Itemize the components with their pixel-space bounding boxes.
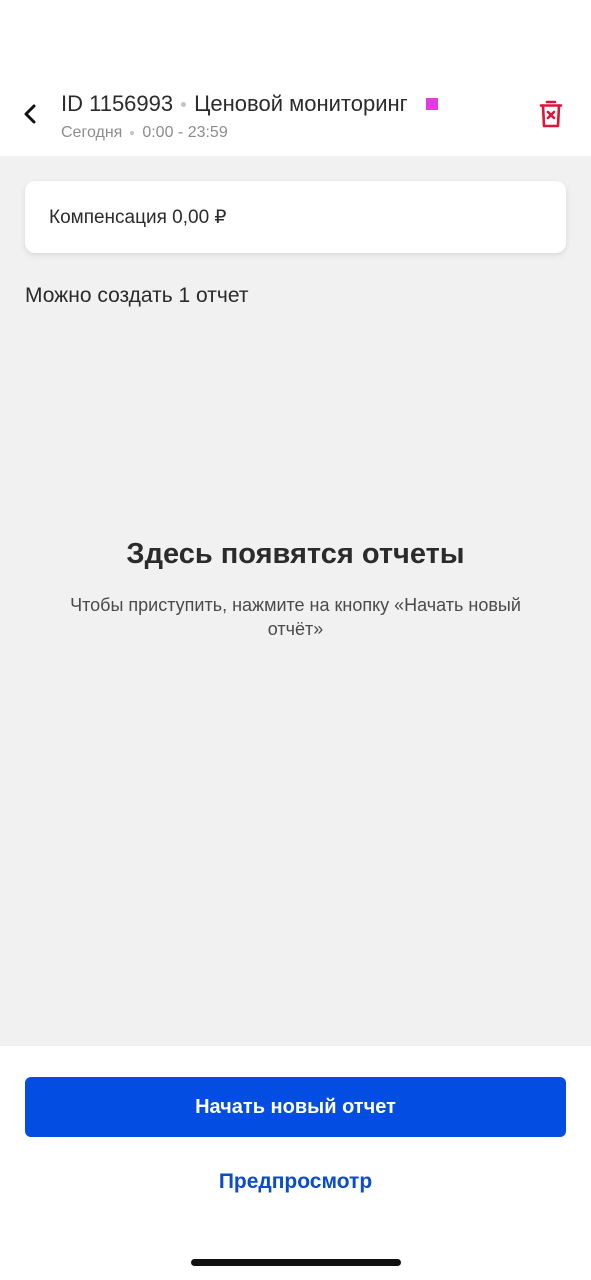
- status-indicator: [425, 98, 438, 110]
- separator-dot: [130, 131, 135, 135]
- chevron-left-icon: [24, 104, 36, 124]
- empty-state-description: Чтобы приступить, нажмите на кнопку «Нач…: [70, 595, 521, 639]
- top-bar: ID 1156993 Ценовой мониторинг Сегодня 0:…: [0, 0, 591, 156]
- start-new-report-button[interactable]: Начать новый отчет: [25, 1077, 566, 1137]
- task-title: Ценовой мониторинг: [194, 91, 408, 116]
- main-content: Компенсация 0,00 ₽ Можно создать 1 отчет…: [0, 156, 591, 1046]
- compensation-text: Компенсация 0,00 ₽: [49, 206, 227, 228]
- task-schedule-row: Сегодня 0:00 - 23:59: [61, 122, 228, 144]
- task-id: ID 1156993: [61, 91, 174, 116]
- back-button[interactable]: [14, 96, 46, 132]
- compensation-card: Компенсация 0,00 ₽: [25, 181, 566, 253]
- reports-quota-text: Можно создать 1 отчет: [25, 284, 249, 307]
- preview-button[interactable]: Предпросмотр: [25, 1158, 566, 1206]
- day-label: Сегодня: [61, 124, 123, 141]
- separator-dot: [181, 101, 187, 107]
- home-indicator: [191, 1259, 401, 1266]
- trash-x-icon: [539, 100, 563, 128]
- time-range: 0:00 - 23:59: [142, 124, 228, 141]
- empty-state-title: Здесь появятся отчеты: [126, 538, 465, 570]
- task-title-row: ID 1156993 Ценовой мониторинг: [61, 88, 438, 120]
- delete-button[interactable]: [534, 96, 568, 132]
- bottom-actions: Начать новый отчет Предпросмотр: [0, 1046, 591, 1280]
